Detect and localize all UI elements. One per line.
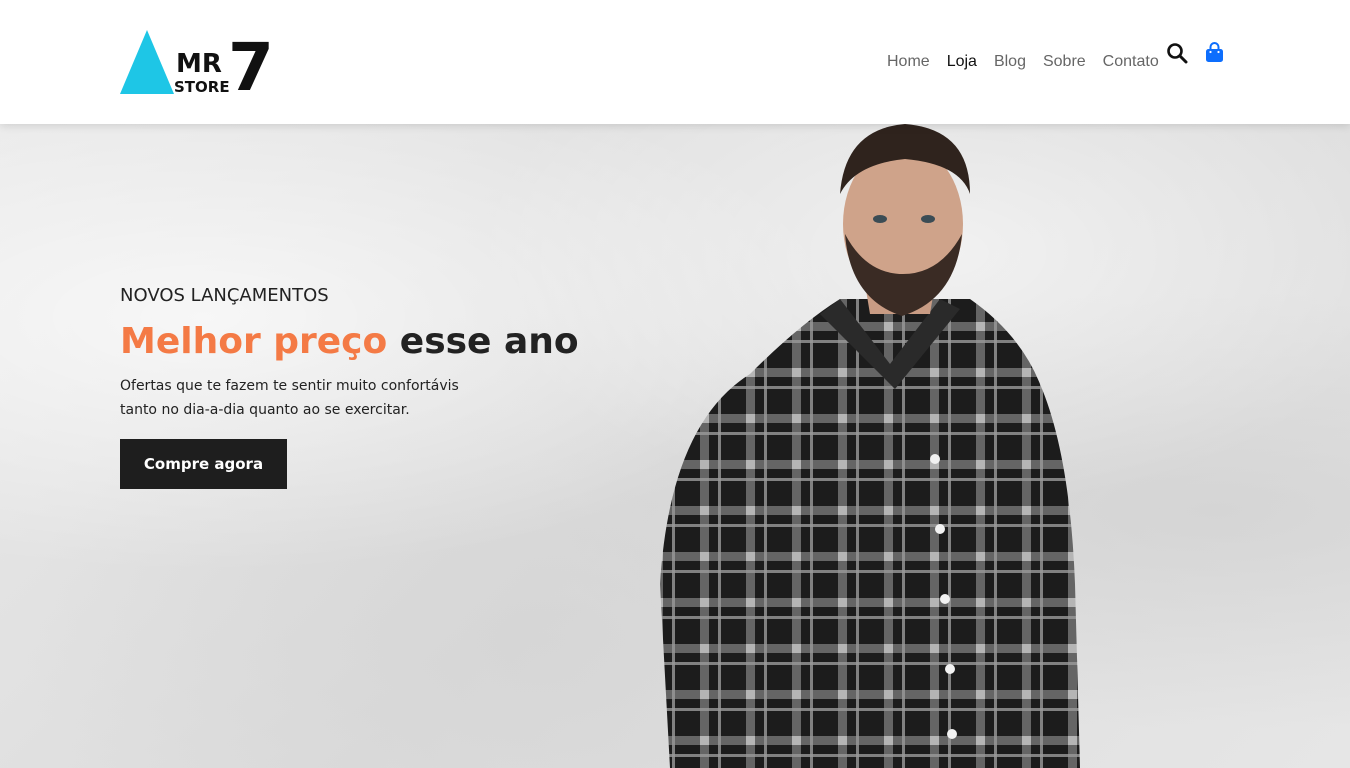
search-icon[interactable] <box>1166 42 1188 64</box>
hero-banner: NOVOS LANÇAMENTOS Melhor preço esse ano … <box>0 124 1350 768</box>
cart-icon[interactable] <box>1205 42 1224 64</box>
hero-headline: Melhor preço esse ano <box>120 320 579 364</box>
hero-text-block: NOVOS LANÇAMENTOS Melhor preço esse ano … <box>120 284 579 489</box>
nav-home[interactable]: Home <box>887 52 930 72</box>
hero-subtitle: Ofertas que te fazem te sentir muito con… <box>120 374 480 422</box>
hero-model-image <box>640 124 1100 768</box>
hero-eyebrow: NOVOS LANÇAMENTOS <box>120 285 329 306</box>
site-header: MR STORE 7 Home Loja Blog Sobre Contato <box>0 0 1350 124</box>
logo-text-bottom: STORE <box>174 78 230 96</box>
main-nav: Home Loja Blog Sobre Contato <box>887 52 1176 72</box>
shop-now-button[interactable]: Compre agora <box>120 439 287 489</box>
hero-headline-rest: esse ano <box>387 321 579 362</box>
logo-number: 7 <box>228 30 270 96</box>
logo-mark: MR STORE 7 <box>120 30 270 96</box>
store-logo[interactable]: MR STORE 7 <box>120 30 270 96</box>
logo-text-top: MR <box>176 49 222 79</box>
hero-subtitle-line1: Ofertas que te fazem te sentir muito con… <box>120 378 459 394</box>
hero-subtitle-line2: tanto no dia-a-dia quanto ao se exercita… <box>120 402 410 418</box>
nav-loja[interactable]: Loja <box>947 52 977 72</box>
nav-contato[interactable]: Contato <box>1103 52 1159 72</box>
nav-blog[interactable]: Blog <box>994 52 1026 72</box>
nav-sobre[interactable]: Sobre <box>1043 52 1086 72</box>
hero-headline-accent: Melhor preço <box>120 321 388 362</box>
